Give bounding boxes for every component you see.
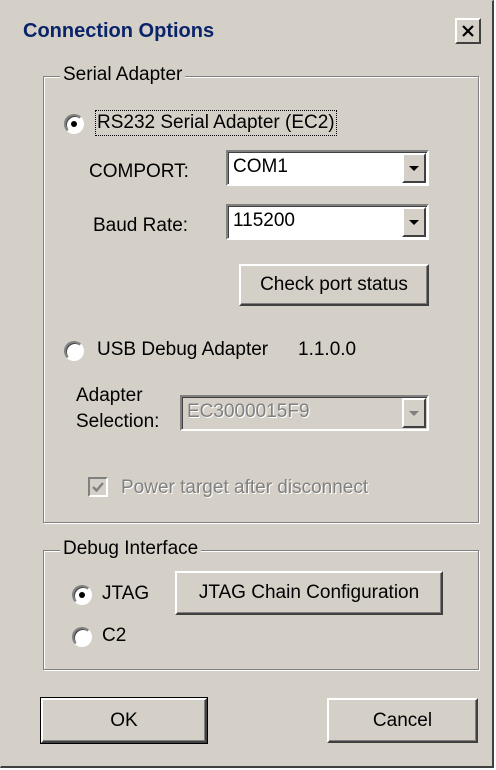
radio-selected-dot	[79, 592, 85, 598]
adapter-selection-label-line2: Selection:	[76, 411, 160, 432]
chevron-down-icon	[409, 219, 419, 225]
ok-button[interactable]: OK	[40, 697, 208, 744]
c2-label[interactable]: C2	[102, 625, 126, 647]
usb-debug-adapter-radio[interactable]	[64, 341, 84, 361]
power-target-label: Power target after disconnect	[121, 477, 369, 498]
window-title: Connection Options	[23, 20, 215, 42]
adapter-selection-select[interactable]: EC3000015F9	[180, 395, 429, 431]
rs232-radio[interactable]	[64, 114, 84, 134]
close-icon	[462, 25, 474, 37]
jtag-label[interactable]: JTAG	[102, 583, 149, 605]
c2-radio[interactable]	[72, 627, 92, 647]
usb-debug-adapter-label[interactable]: USB Debug Adapter	[97, 339, 268, 361]
close-button[interactable]	[455, 18, 481, 44]
comport-select-value: COM1	[233, 156, 288, 177]
serial-adapter-group-label: Serial Adapter	[60, 64, 186, 86]
baud-rate-label: Baud Rate:	[93, 215, 189, 236]
cancel-button[interactable]: Cancel	[327, 698, 478, 743]
baud-rate-select[interactable]: 115200	[226, 204, 429, 240]
debug-interface-group-label: Debug Interface	[60, 538, 202, 560]
baud-rate-dropdown-button[interactable]	[402, 207, 426, 237]
comport-select[interactable]: COM1	[226, 150, 429, 186]
jtag-chain-configuration-button[interactable]: JTAG Chain Configuration	[175, 571, 443, 615]
checkmark-icon	[92, 482, 104, 493]
chevron-down-icon	[409, 165, 419, 171]
radio-selected-dot	[71, 121, 77, 127]
adapter-selection-value: EC3000015F9	[187, 401, 310, 422]
connection-options-dialog: Connection Options Serial Adapter RS232 …	[0, 0, 494, 768]
chevron-down-icon	[409, 410, 419, 416]
power-target-checkbox[interactable]	[88, 477, 108, 497]
adapter-selection-label-line1: Adapter	[76, 385, 143, 406]
check-port-status-button[interactable]: Check port status	[239, 264, 429, 306]
comport-dropdown-button[interactable]	[402, 153, 426, 183]
jtag-radio[interactable]	[72, 585, 92, 605]
usb-adapter-version: 1.1.0.0	[298, 339, 357, 360]
title-bar[interactable]: Connection Options	[19, 16, 481, 50]
rs232-radio-label[interactable]: RS232 Serial Adapter (EC2)	[95, 110, 337, 136]
adapter-selection-dropdown-button[interactable]	[402, 398, 426, 428]
comport-label: COMPORT:	[89, 161, 189, 182]
baud-rate-select-value: 115200	[233, 210, 295, 231]
